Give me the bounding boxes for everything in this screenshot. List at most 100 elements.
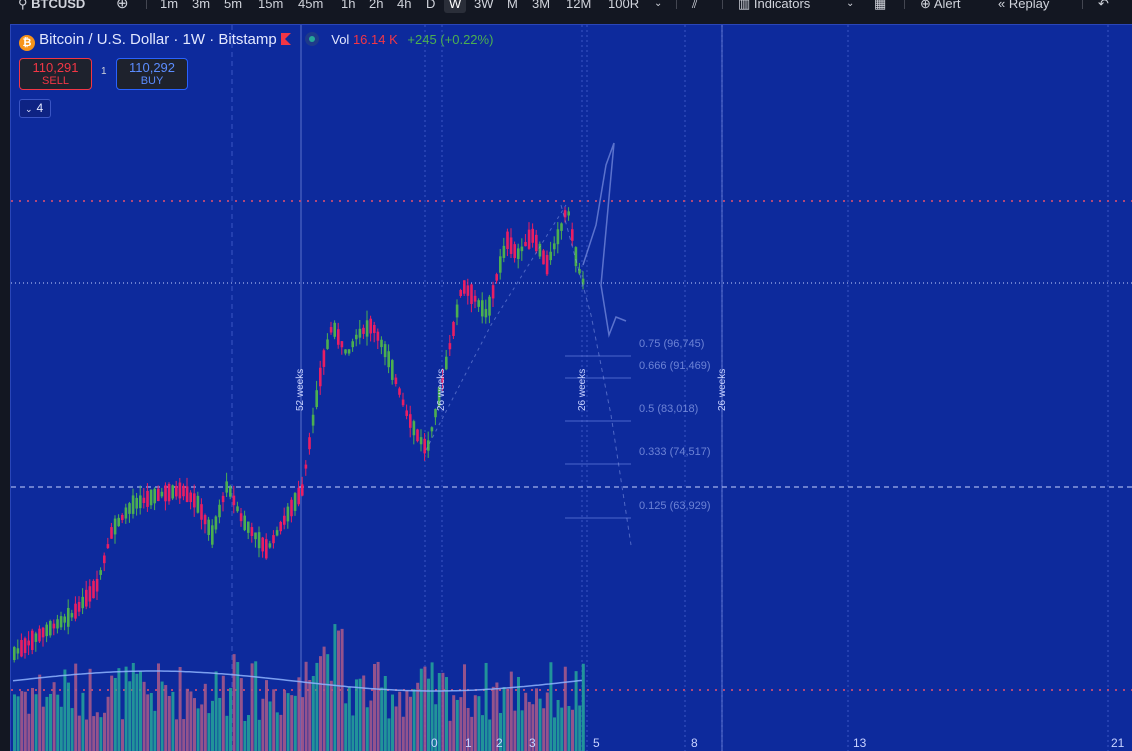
interval-d[interactable]: D [426, 0, 435, 13]
volume-bar [56, 694, 60, 751]
candle-body [45, 624, 48, 637]
bitcoin-logo-icon: ₿ [19, 35, 35, 51]
candle-body [164, 485, 167, 502]
layout-icon[interactable]: ▦ [874, 0, 886, 13]
volume-bar [549, 662, 553, 751]
order-quantity[interactable]: 1 [101, 66, 107, 77]
volume-bar [502, 687, 506, 751]
volume-bar [441, 672, 445, 751]
candle-body [351, 341, 354, 348]
interval-1h[interactable]: 1h [341, 0, 355, 13]
chart-area[interactable]: ₿ Bitcoin / U.S. Dollar · 1W · Bitstamp … [10, 24, 1132, 751]
interval-w[interactable]: W [444, 0, 467, 13]
volume-bar [239, 678, 243, 751]
indicators-count: 4 [36, 101, 44, 115]
volume-bar [391, 694, 394, 751]
volume-bar [27, 713, 31, 751]
indicators-collapse-button[interactable]: ⌄ 4 [19, 99, 51, 118]
interval-45m[interactable]: 45m [298, 0, 323, 13]
buy-label: BUY [140, 75, 164, 87]
interval-12m[interactable]: 12M [566, 0, 591, 13]
buy-price: 110,292 [128, 60, 176, 75]
symbol-title[interactable]: Bitcoin / U.S. Dollar · 1W · Bitstamp [39, 31, 277, 48]
volume-bar [459, 697, 463, 751]
interval-5m[interactable]: 5m [224, 0, 242, 13]
candle-body [67, 607, 70, 627]
sell-button[interactable]: 110,291 SELL [19, 58, 92, 90]
volume-bar [146, 694, 150, 751]
market-status-icon[interactable] [305, 32, 320, 46]
interval-m[interactable]: M [507, 0, 518, 13]
indicators-button[interactable]: ▥ Indicators [738, 0, 810, 13]
interval-100r[interactable]: 100R [608, 0, 639, 13]
volume-bar [99, 717, 103, 751]
candle-body [513, 244, 516, 259]
interval-3m[interactable]: 3m [192, 0, 210, 13]
candle-body [506, 231, 509, 250]
candle-body [455, 304, 459, 318]
candle-body [124, 507, 128, 519]
candle-body [189, 492, 192, 503]
candle-body [416, 429, 419, 442]
undo-icon[interactable]: ↶ [1098, 0, 1109, 13]
candle-body [542, 250, 545, 265]
volume-bar [542, 708, 546, 751]
volume-bar [553, 717, 556, 751]
interval-dropdown-icon[interactable]: ⌄ [654, 0, 662, 13]
volume-bar [103, 712, 106, 751]
candle-body [203, 515, 207, 525]
price-chart[interactable] [11, 25, 1132, 751]
candle-body [261, 537, 264, 552]
replay-button[interactable]: « Replay [998, 0, 1049, 13]
compare-add-icon[interactable]: ⊕ [116, 0, 129, 13]
interval-1m[interactable]: 1m [160, 0, 178, 13]
candle-body [556, 229, 560, 245]
candle-body [405, 410, 408, 416]
candle-body [481, 300, 484, 317]
candle-body [77, 601, 81, 612]
cycle-label: 26 weeks [717, 368, 728, 411]
candle-body [427, 440, 430, 451]
interval-2h[interactable]: 2h [369, 0, 383, 13]
volume-bar [196, 708, 200, 751]
indicators-dropdown-icon[interactable]: ⌄ [846, 0, 854, 13]
volume-bar [369, 700, 373, 751]
volume-bar [311, 675, 315, 751]
volume-bar [373, 664, 376, 751]
chart-type-icon[interactable]: ⫽ [692, 0, 698, 13]
alert-button[interactable]: ⊕ Alert [920, 0, 961, 13]
volume-bar [265, 680, 268, 751]
interval-3m-month[interactable]: 3M [532, 0, 550, 13]
interval-3w[interactable]: 3W [474, 0, 494, 13]
symbol-search[interactable]: ⚲ BTCUSD [18, 0, 85, 13]
volume-bar [355, 679, 358, 751]
volume-bar [477, 696, 481, 751]
candle-body [117, 517, 120, 527]
candle-body [131, 495, 135, 514]
candle-body [326, 339, 329, 349]
volume-bar [538, 698, 542, 751]
alert-icon: ⊕ [920, 0, 931, 11]
volume-bar [167, 695, 171, 751]
candle-body [128, 503, 131, 514]
volume-bar [261, 698, 265, 751]
volume-bar [81, 692, 85, 751]
volume-bar [427, 678, 430, 751]
interval-4h[interactable]: 4h [397, 0, 411, 13]
volume-bar [207, 713, 211, 751]
volume-bar [178, 666, 182, 751]
candle-body [99, 570, 102, 575]
candle-body [38, 628, 41, 642]
volume-bar [380, 687, 384, 751]
fib-time-tick: 0 [431, 736, 438, 750]
candle-body [81, 596, 84, 609]
volume-bar [189, 691, 193, 751]
interval-15m[interactable]: 15m [258, 0, 283, 13]
candle-body [268, 543, 272, 548]
volume-bar [409, 696, 412, 751]
candle-body [103, 555, 106, 564]
candle-body [225, 481, 228, 493]
fib-time-tick: 13 [853, 736, 867, 750]
buy-button[interactable]: 110,292 BUY [116, 58, 188, 90]
candle-body [301, 484, 304, 496]
